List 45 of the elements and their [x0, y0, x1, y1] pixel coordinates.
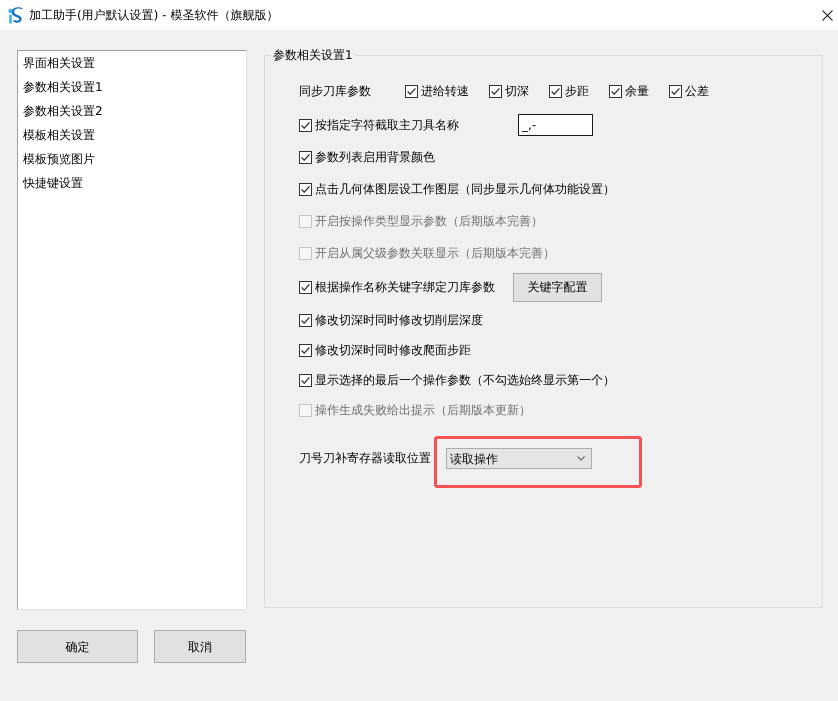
field-label: 刀号刀补寄存器读取位置: [299, 450, 431, 467]
checkbox-label: 切深: [505, 83, 529, 99]
checkbox[interactable]: [299, 182, 312, 196]
config-button[interactable]: 关键字配置: [513, 272, 602, 302]
checkbox[interactable]: [299, 118, 312, 132]
app-logo-icon: [7, 6, 23, 24]
row-label: 同步刀库参数: [299, 83, 372, 99]
dropdown[interactable]: 读取操作: [446, 448, 592, 469]
checkbox-label: 修改切深时同时修改切削层深度: [315, 312, 483, 328]
checkbox[interactable]: [299, 374, 312, 386]
checkbox-label: 进给转速: [421, 83, 469, 99]
checkbox-label: 步距: [565, 83, 589, 99]
checkbox[interactable]: [549, 84, 562, 98]
checkbox-label: 公差: [685, 83, 709, 99]
checkbox-label: 点击几何体图层设工作图层（同步显示几何体功能设置）: [315, 181, 615, 197]
list-item[interactable]: 界面相关设置: [18, 51, 246, 75]
list-item[interactable]: 模板相关设置: [18, 123, 246, 147]
window-title: 加工助手(用户默认设置) - 模圣软件（旗舰版）: [29, 7, 278, 23]
checkbox-label: 余量: [625, 83, 649, 99]
list-item[interactable]: 参数相关设置1: [18, 75, 246, 99]
checkbox[interactable]: [299, 314, 312, 326]
checkbox-label: 显示选择的最后一个操作参数（不勾选始终显示第一个）: [315, 372, 615, 388]
checkbox-label: 按指定字符截取主刀具名称: [315, 117, 459, 133]
group-title: 参数相关设置1: [272, 47, 354, 63]
list-item[interactable]: 模板预览图片: [18, 147, 246, 171]
checkbox-label: 根据操作名称关键字绑定刀库参数: [315, 279, 495, 295]
list-item[interactable]: 参数相关设置2: [18, 99, 246, 123]
checkbox[interactable]: [299, 344, 312, 356]
cancel-button[interactable]: 取消: [154, 630, 246, 663]
checkbox[interactable]: [669, 84, 682, 98]
close-icon[interactable]: [822, 10, 833, 20]
checkbox[interactable]: [609, 84, 622, 98]
checkbox-label: 操作生成失败给出提示（后期版本更新）: [315, 402, 531, 418]
checkbox[interactable]: [299, 280, 312, 294]
checkbox[interactable]: [299, 150, 312, 164]
chevron-down-icon: [577, 456, 585, 461]
checkbox[interactable]: [489, 84, 502, 98]
list-item[interactable]: 快捷键设置: [18, 171, 246, 195]
ok-button[interactable]: 确定: [17, 630, 138, 663]
checkbox[interactable]: [405, 84, 418, 98]
checkbox-label: 开启从属父级参数关联显示（后期版本完善）: [315, 245, 555, 261]
checkbox-label: 参数列表启用背景颜色: [315, 149, 435, 165]
text-field[interactable]: _,-: [518, 114, 593, 136]
checkbox-label: 修改切深时同时修改爬面步距: [315, 342, 471, 358]
checkbox-label: 开启按操作类型显示参数（后期版本完善）: [315, 213, 543, 229]
